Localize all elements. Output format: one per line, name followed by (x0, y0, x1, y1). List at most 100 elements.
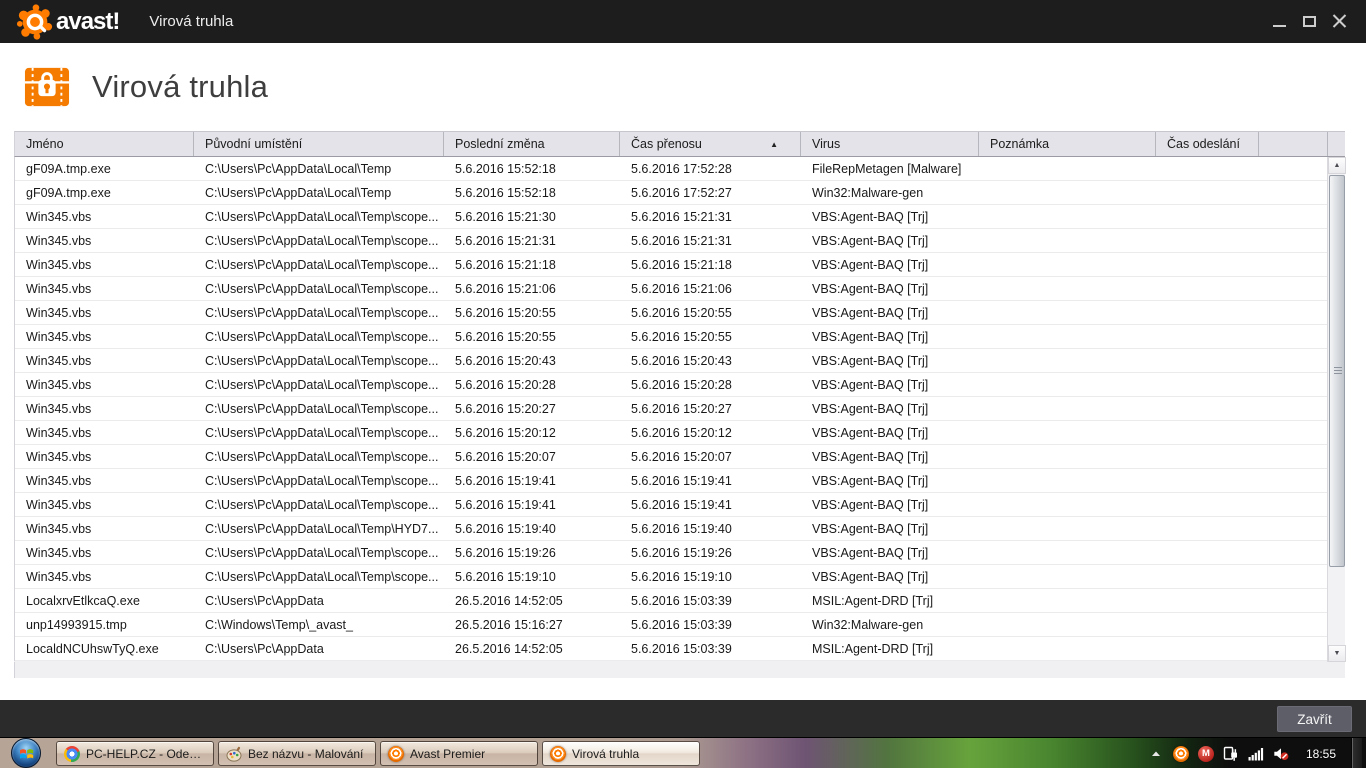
taskbar-button-avast-premier[interactable]: Avast Premier (380, 741, 538, 766)
table-row[interactable]: Win345.vbsC:\Users\Pc\AppData\Local\Temp… (15, 421, 1327, 445)
column-header-p-vodn-um-st-n-[interactable]: Původní umístění (194, 132, 444, 156)
cell: C:\Users\Pc\AppData\Local\Temp\scope... (194, 493, 444, 516)
column-header-jm-no[interactable]: Jméno (15, 132, 194, 156)
table-row[interactable]: Win345.vbsC:\Users\Pc\AppData\Local\Temp… (15, 349, 1327, 373)
cell (1156, 349, 1259, 372)
scroll-up-button[interactable]: ▲ (1328, 157, 1346, 174)
cell: 26.5.2016 15:16:27 (444, 613, 620, 636)
m-badge-tray-icon[interactable]: M (1198, 746, 1214, 762)
column-header--as-odesl-n-[interactable]: Čas odeslání (1156, 132, 1259, 156)
cell: C:\Users\Pc\AppData\Local\Temp\scope... (194, 373, 444, 396)
network-signal-icon[interactable] (1248, 746, 1264, 762)
cell (1156, 613, 1259, 636)
taskbar-button-label: PC-HELP.CZ - Odesl... (86, 747, 213, 761)
table-row[interactable]: gF09A.tmp.exeC:\Users\Pc\AppData\Local\T… (15, 157, 1327, 181)
hidden-icons-arrow[interactable] (1148, 746, 1164, 762)
table-row[interactable]: Win345.vbsC:\Users\Pc\AppData\Local\Temp… (15, 541, 1327, 565)
avast-tray-icon[interactable] (1173, 746, 1189, 762)
table-row[interactable]: Win345.vbsC:\Users\Pc\AppData\Local\Temp… (15, 205, 1327, 229)
table-row[interactable]: Win345.vbsC:\Users\Pc\AppData\Local\Temp… (15, 277, 1327, 301)
table-row[interactable]: Win345.vbsC:\Users\Pc\AppData\Local\Temp… (15, 229, 1327, 253)
cell (1156, 325, 1259, 348)
table-row[interactable]: LocalxrvEtlkcaQ.exeC:\Users\Pc\AppData26… (15, 589, 1327, 613)
table-row[interactable]: Win345.vbsC:\Users\Pc\AppData\Local\Temp… (15, 373, 1327, 397)
cell: Win345.vbs (15, 205, 194, 228)
zavrit-close-button[interactable]: Zavřít (1277, 706, 1352, 732)
cell (979, 229, 1156, 252)
volume-muted-icon[interactable] (1273, 746, 1289, 762)
minimize-button[interactable] (1264, 0, 1294, 43)
cell (979, 541, 1156, 564)
cell (1156, 229, 1259, 252)
cell: Win345.vbs (15, 445, 194, 468)
cell: 5.6.2016 15:19:10 (444, 565, 620, 588)
close-button[interactable] (1324, 0, 1354, 43)
column-header-label: Čas odeslání (1167, 137, 1240, 151)
cell (1156, 565, 1259, 588)
cell: 5.6.2016 15:20:55 (620, 301, 801, 324)
table-filler (14, 662, 1327, 678)
table-row[interactable]: LocaldNCUhswTyQ.exeC:\Users\Pc\AppData26… (15, 637, 1327, 661)
vertical-scrollbar[interactable]: ▲ ▼ (1327, 157, 1345, 662)
cell: Win345.vbs (15, 229, 194, 252)
cell: 5.6.2016 15:20:55 (620, 325, 801, 348)
column-header-blank[interactable] (1259, 132, 1328, 156)
table-row[interactable]: Win345.vbsC:\Users\Pc\AppData\Local\Temp… (15, 469, 1327, 493)
cell: 5.6.2016 15:19:40 (620, 517, 801, 540)
table-row[interactable]: Win345.vbsC:\Users\Pc\AppData\Local\Temp… (15, 565, 1327, 589)
column-header-label: Čas přenosu (631, 137, 702, 151)
table-row[interactable]: Win345.vbsC:\Users\Pc\AppData\Local\Temp… (15, 325, 1327, 349)
table-row[interactable]: Win345.vbsC:\Users\Pc\AppData\Local\Temp… (15, 493, 1327, 517)
cell: VBS:Agent-BAQ [Trj] (801, 445, 979, 468)
column-header--as-p-enosu[interactable]: Čas přenosu▲ (620, 132, 801, 156)
cell: Win345.vbs (15, 349, 194, 372)
taskbar-button-bez-n-zvu-malov-n-[interactable]: Bez názvu - Malování (218, 741, 376, 766)
show-desktop-button[interactable] (1351, 738, 1362, 768)
scroll-down-button[interactable]: ▼ (1328, 645, 1346, 662)
cell: Win345.vbs (15, 397, 194, 420)
cell: 26.5.2016 14:52:05 (444, 637, 620, 660)
titlebar: avast! Virová truhla (0, 0, 1366, 43)
table-row[interactable]: Win345.vbsC:\Users\Pc\AppData\Local\Temp… (15, 253, 1327, 277)
cell (979, 637, 1156, 660)
maximize-button[interactable] (1294, 0, 1324, 43)
cell: 5.6.2016 15:20:55 (444, 325, 620, 348)
cell: C:\Users\Pc\AppData\Local\Temp\scope... (194, 541, 444, 564)
column-header-label: Poslední změna (455, 137, 545, 151)
power-plug-icon[interactable] (1223, 746, 1239, 762)
start-button[interactable] (11, 738, 41, 768)
cell: 5.6.2016 15:21:30 (444, 205, 620, 228)
table-row[interactable]: Win345.vbsC:\Users\Pc\AppData\Local\Temp… (15, 517, 1327, 541)
table-row[interactable]: Win345.vbsC:\Users\Pc\AppData\Local\Temp… (15, 445, 1327, 469)
cell: Win345.vbs (15, 469, 194, 492)
taskbar-button-virov-truhla[interactable]: Virová truhla (542, 741, 700, 766)
table-row[interactable]: unp14993915.tmpC:\Windows\Temp\_avast_26… (15, 613, 1327, 637)
scrollbar-thumb[interactable] (1329, 175, 1345, 567)
cell (979, 157, 1156, 180)
column-header-virus[interactable]: Virus (801, 132, 979, 156)
cell: FileRepMetagen [Malware] (801, 157, 979, 180)
minimize-icon (1273, 25, 1286, 27)
cell: 5.6.2016 15:21:18 (620, 253, 801, 276)
table-row[interactable]: Win345.vbsC:\Users\Pc\AppData\Local\Temp… (15, 301, 1327, 325)
window-controls (1264, 0, 1366, 43)
cell: VBS:Agent-BAQ [Trj] (801, 469, 979, 492)
cell: Win32:Malware-gen (801, 181, 979, 204)
cell: VBS:Agent-BAQ [Trj] (801, 277, 979, 300)
cell: C:\Users\Pc\AppData\Local\Temp (194, 181, 444, 204)
column-header-posledn-zm-na[interactable]: Poslední změna (444, 132, 620, 156)
cell: Win32:Malware-gen (801, 613, 979, 636)
column-header-pozn-mka[interactable]: Poznámka (979, 132, 1156, 156)
cell: C:\Users\Pc\AppData\Local\Temp\scope... (194, 565, 444, 588)
taskbar-clock[interactable]: 18:55 (1306, 747, 1336, 761)
cell: 5.6.2016 15:21:31 (620, 229, 801, 252)
cell: Win345.vbs (15, 493, 194, 516)
cell: C:\Users\Pc\AppData\Local\Temp\scope... (194, 253, 444, 276)
cell: VBS:Agent-BAQ [Trj] (801, 253, 979, 276)
table-row[interactable]: gF09A.tmp.exeC:\Users\Pc\AppData\Local\T… (15, 181, 1327, 205)
cell: VBS:Agent-BAQ [Trj] (801, 229, 979, 252)
table-row[interactable]: Win345.vbsC:\Users\Pc\AppData\Local\Temp… (15, 397, 1327, 421)
taskbar-button-pc-help-cz-odesl-[interactable]: PC-HELP.CZ - Odesl... (56, 741, 214, 766)
cell (979, 181, 1156, 204)
taskbar-button-label: Avast Premier (410, 747, 491, 761)
